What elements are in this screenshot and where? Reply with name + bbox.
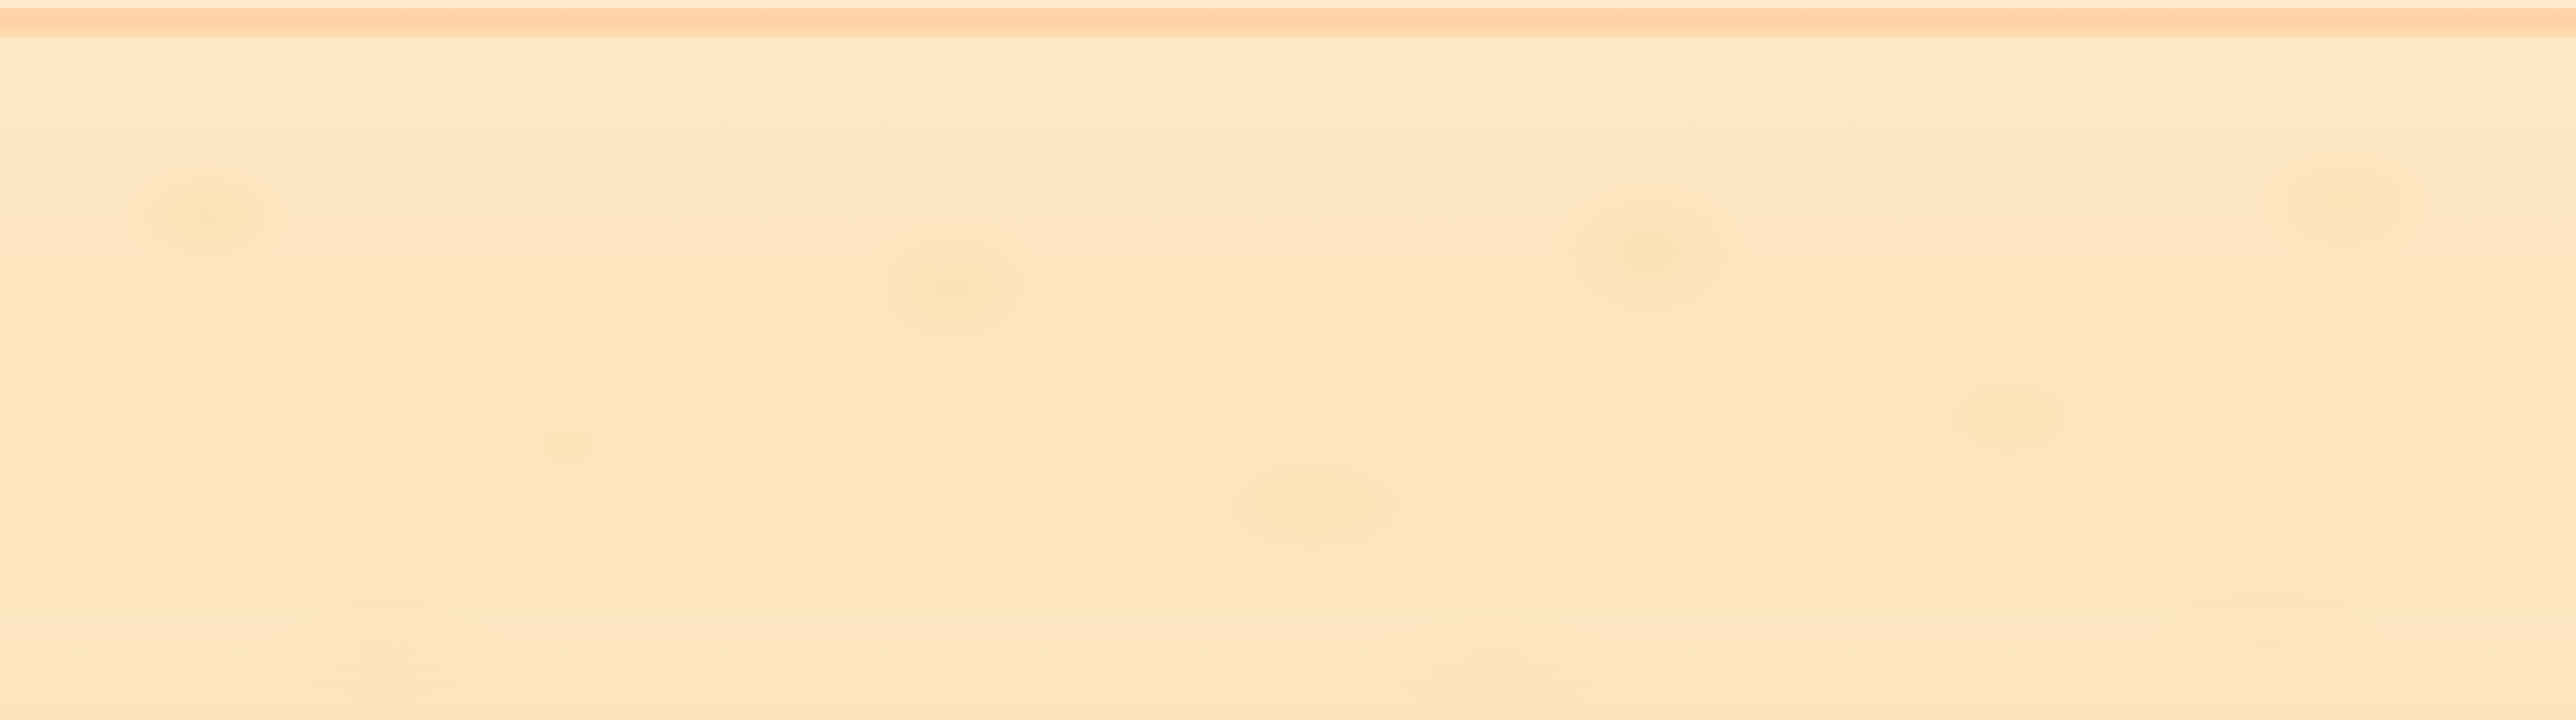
top-edge bbox=[0, 0, 2576, 8]
bottom-band bbox=[0, 607, 2576, 720]
page-background bbox=[0, 0, 2576, 720]
top-band bbox=[0, 8, 2576, 38]
